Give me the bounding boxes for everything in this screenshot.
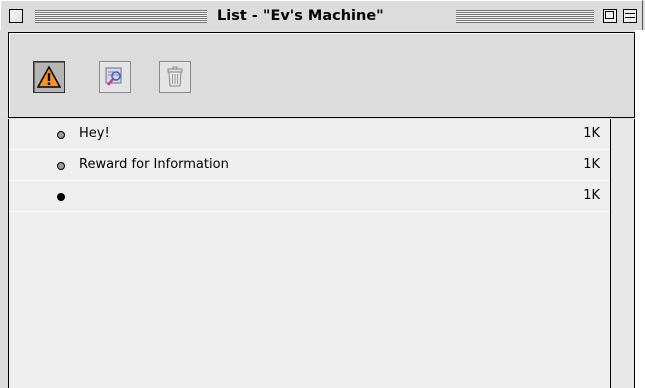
find-button[interactable]	[99, 61, 131, 93]
message-size: 1K	[583, 188, 600, 203]
warning-icon	[37, 65, 61, 88]
toolbar	[8, 32, 635, 118]
zoom-box[interactable]	[603, 9, 617, 23]
trash-button[interactable]	[159, 61, 191, 93]
message-row[interactable]: 1K	[9, 181, 610, 212]
desktop-background	[635, 30, 645, 388]
close-box[interactable]	[9, 9, 23, 23]
message-list: Hey! 1K Reward for Information 1K 1K	[9, 119, 610, 388]
window-edge	[0, 119, 8, 388]
read-status-icon	[57, 193, 65, 201]
message-size: 1K	[583, 126, 600, 141]
unread-status-icon	[57, 162, 65, 170]
message-row[interactable]: Hey! 1K	[9, 119, 610, 150]
window-title: List - "Ev's Machine"	[213, 6, 388, 26]
title-bar[interactable]: List - "Ev's Machine"	[0, 0, 643, 30]
unread-status-icon	[57, 131, 65, 139]
find-icon	[105, 67, 122, 86]
vertical-scrollbar[interactable]	[610, 119, 634, 388]
message-subject: Reward for Information	[79, 157, 229, 172]
trash-icon	[167, 66, 183, 87]
message-size: 1K	[583, 157, 600, 172]
collapse-box[interactable]	[623, 9, 637, 23]
message-list-frame: Hey! 1K Reward for Information 1K 1K	[8, 119, 635, 388]
message-row[interactable]: Reward for Information 1K	[9, 150, 610, 181]
mail-list-window: List - "Ev's Machine" Hey! 1K Reward for…	[0, 0, 645, 388]
warning-button[interactable]	[33, 61, 65, 93]
title-bar-stripes	[35, 10, 207, 23]
message-subject: Hey!	[79, 126, 110, 141]
title-bar-stripes	[456, 10, 594, 23]
